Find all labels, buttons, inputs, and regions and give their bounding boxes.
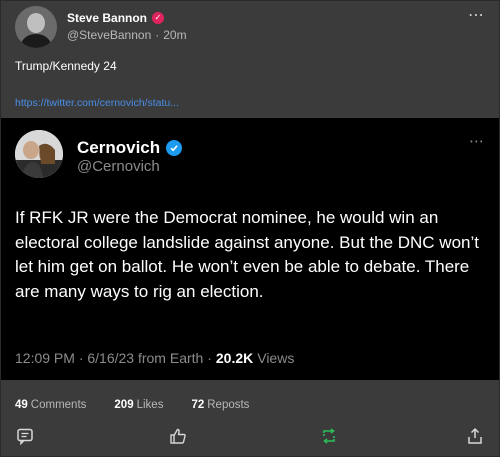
post-text: Trump/Kennedy 24 [15, 59, 117, 73]
verified-check-icon [166, 140, 183, 156]
reposts-label: Reposts [207, 399, 250, 411]
engagement-stats: 49 Comments 209 Likes 72 Reposts [15, 399, 249, 411]
repost-icon [323, 428, 335, 444]
comments-label: Comments [30, 399, 87, 411]
author-handle[interactable]: @SteveBannon [67, 28, 151, 42]
quoted-more-options-icon[interactable]: ⋯ [469, 132, 485, 150]
comment-icon [17, 428, 33, 445]
like-button[interactable] [168, 426, 188, 446]
quoted-author-avatar[interactable] [15, 130, 63, 178]
likes-count: 209 [114, 399, 134, 411]
views-label: Views [257, 350, 295, 366]
quoted-tweet[interactable]: Cernovich @Cernovich ⋯ If RFK JR were th… [1, 118, 499, 380]
quoted-tweet-meta: 12:09 PM · 6/16/23 from Earth · 20.2K Vi… [15, 350, 294, 366]
separator: · [155, 28, 160, 42]
author-name[interactable]: Steve Bannon [67, 11, 147, 25]
quoted-tweet-text: If RFK JR were the Democrat nominee, he … [15, 208, 479, 301]
comments-count: 49 [15, 399, 28, 411]
post-card[interactable]: Steve Bannon ✓ @SteveBannon · 20m ⋯ Trum… [0, 0, 500, 457]
quoted-author-handle[interactable]: @Cernovich [77, 158, 160, 175]
action-bar [1, 426, 500, 450]
share-icon [468, 427, 482, 444]
quoted-author-name[interactable]: Cernovich [77, 138, 160, 158]
likes-stat[interactable]: 209 Likes [114, 399, 163, 411]
reposts-stat[interactable]: 72 Reposts [191, 399, 249, 411]
verified-badge-icon: ✓ [152, 12, 165, 24]
thumbs-up-icon [170, 428, 186, 444]
author-avatar[interactable] [15, 6, 57, 48]
post-link[interactable]: https://twitter.com/cernovich/statu... [15, 97, 179, 109]
repost-button[interactable] [319, 426, 339, 446]
comment-button[interactable] [15, 426, 35, 446]
quoted-tweet-timestamp: 12:09 PM · 6/16/23 from Earth · [15, 350, 212, 366]
quoted-author-line: Cernovich [77, 138, 183, 158]
handle-line: @SteveBannon · 20m [67, 28, 187, 42]
comments-stat[interactable]: 49 Comments [15, 399, 86, 411]
likes-label: Likes [136, 399, 164, 411]
reposts-count: 72 [191, 399, 205, 411]
share-button[interactable] [465, 426, 485, 446]
more-options-icon[interactable]: ⋯ [468, 5, 485, 25]
post-time: 20m [163, 28, 187, 42]
views-count: 20.2K [215, 350, 254, 366]
author-line: Steve Bannon ✓ [67, 11, 165, 25]
